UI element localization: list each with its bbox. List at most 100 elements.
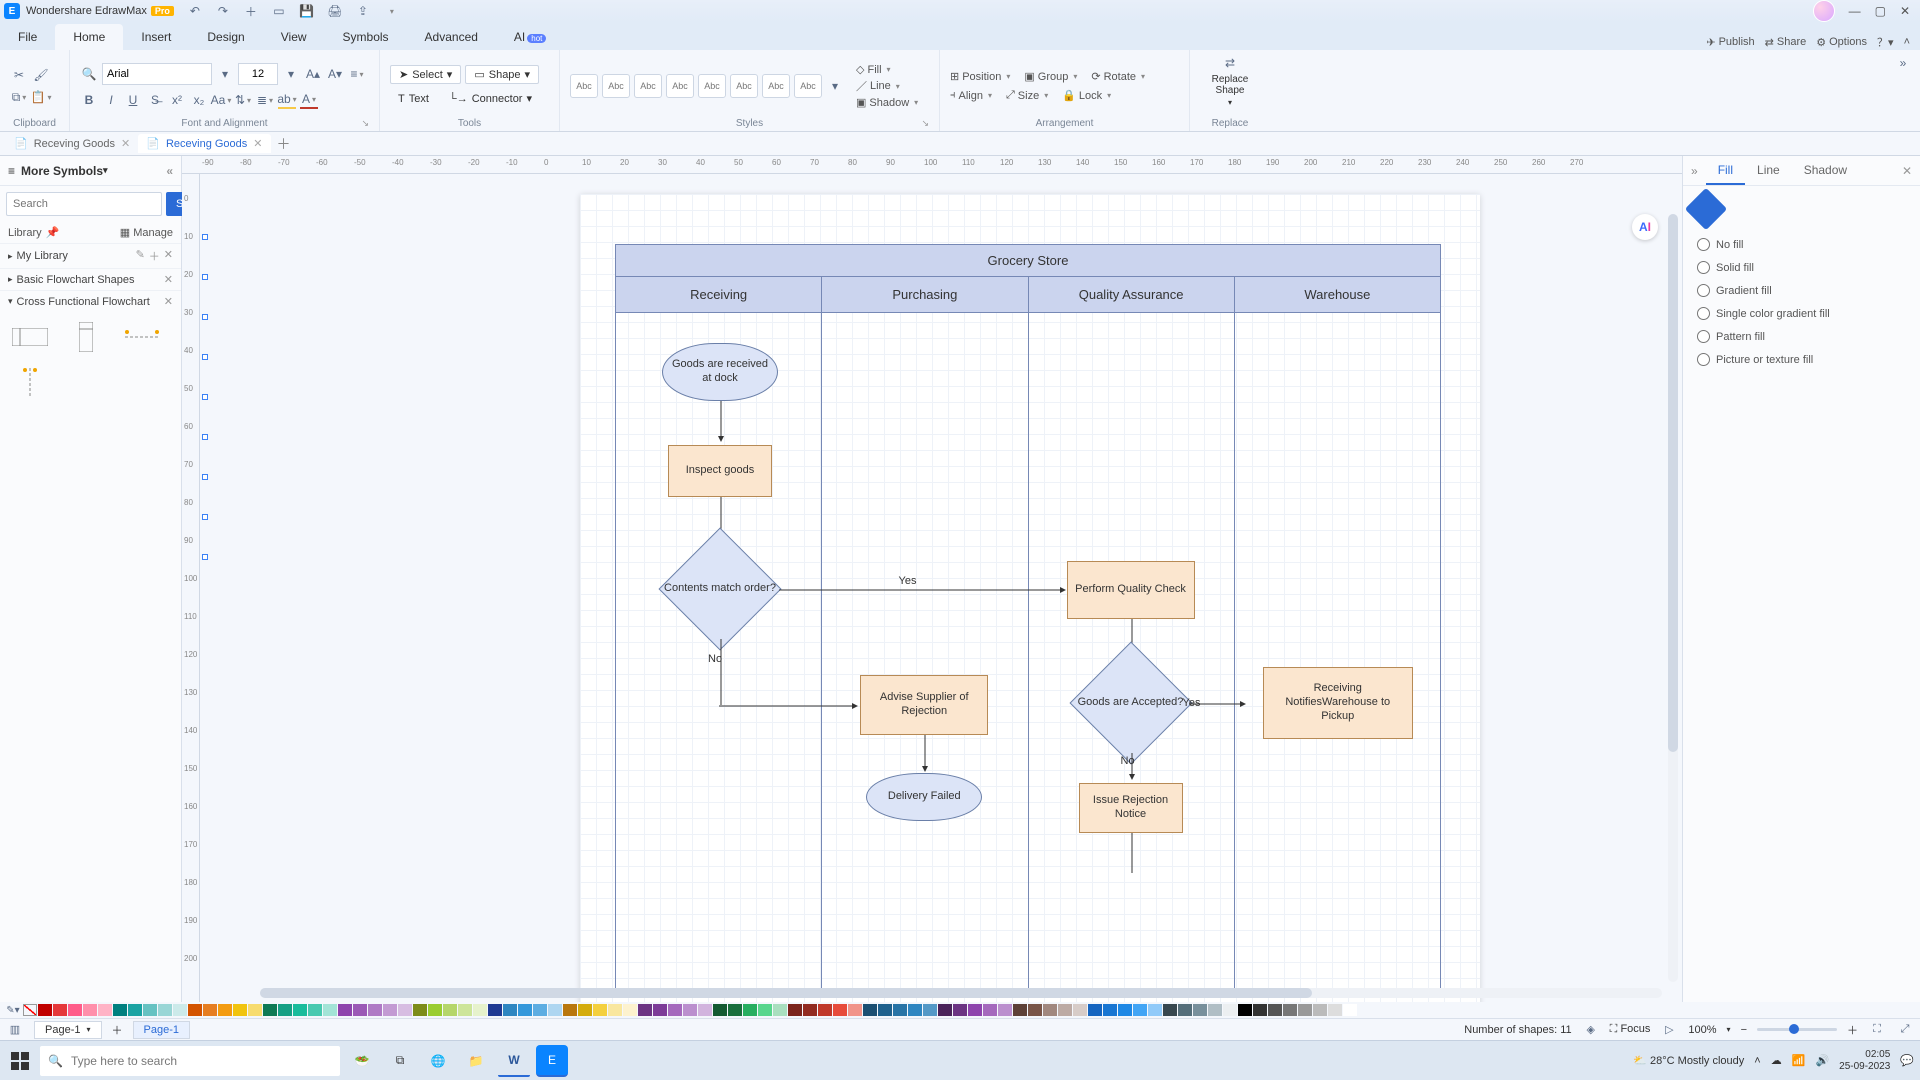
align-button[interactable]: ⫞ Align	[950, 89, 992, 102]
color-swatch[interactable]	[1283, 1004, 1297, 1016]
opt-gradient-fill[interactable]: Gradient fill	[1697, 284, 1906, 297]
menu-view[interactable]: View	[263, 24, 325, 50]
undo-icon[interactable]: ↶	[186, 2, 204, 20]
style-swatch[interactable]: Abc	[794, 74, 822, 98]
task-edge-icon[interactable]: 🌐	[422, 1045, 454, 1077]
color-swatch[interactable]	[278, 1004, 292, 1016]
color-swatch[interactable]	[773, 1004, 787, 1016]
notifications-icon[interactable]: 💬	[1900, 1054, 1914, 1067]
user-avatar[interactable]	[1813, 0, 1835, 22]
line-spacing-icon[interactable]: ⇅	[234, 91, 252, 109]
color-swatch[interactable]	[53, 1004, 67, 1016]
color-swatch[interactable]	[68, 1004, 82, 1016]
task-view-icon[interactable]: ⧉	[384, 1045, 416, 1077]
lane-head[interactable]: Warehouse	[1235, 277, 1440, 313]
color-swatch[interactable]	[683, 1004, 697, 1016]
color-swatch[interactable]	[383, 1004, 397, 1016]
color-swatch[interactable]	[293, 1004, 307, 1016]
expand-panel-icon[interactable]: »	[1683, 164, 1706, 178]
color-swatch[interactable]	[128, 1004, 142, 1016]
node-contents-match[interactable]: Contents match order?	[660, 539, 780, 639]
group-button[interactable]: ▣ Group	[1024, 70, 1077, 83]
color-swatch[interactable]	[998, 1004, 1012, 1016]
close-tab-icon[interactable]: ✕	[253, 137, 262, 150]
manage-link[interactable]: ▦ Manage	[120, 226, 173, 239]
color-swatch[interactable]	[848, 1004, 862, 1016]
color-swatch[interactable]	[158, 1004, 172, 1016]
subscript-icon[interactable]: x₂	[190, 91, 208, 109]
layers-icon[interactable]: ◈	[1582, 1021, 1600, 1039]
focus-button[interactable]: ⛶ Focus	[1610, 1023, 1651, 1036]
color-swatch[interactable]	[1208, 1004, 1222, 1016]
fill-dropdown[interactable]: ◇ Fill	[856, 63, 918, 76]
clock[interactable]: 02:0525-09-2023	[1839, 1049, 1890, 1073]
lane-head[interactable]: Receiving	[616, 277, 822, 313]
fullscreen-icon[interactable]: ⤢	[1896, 1021, 1914, 1039]
color-swatch[interactable]	[188, 1004, 202, 1016]
size-button[interactable]: ⤢ Size	[1006, 89, 1048, 102]
collapse-panel-icon[interactable]: «	[166, 164, 173, 178]
node-goods-received[interactable]: Goods are received at dock	[662, 343, 778, 401]
color-swatch[interactable]	[968, 1004, 982, 1016]
color-swatch[interactable]	[203, 1004, 217, 1016]
format-painter-icon[interactable]: 🖌	[32, 66, 50, 84]
close-panel-icon[interactable]: ✕	[1894, 164, 1920, 178]
style-swatch[interactable]: Abc	[666, 74, 694, 98]
node-advise-supplier[interactable]: Advise Supplier of Rejection	[860, 675, 988, 735]
underline-icon[interactable]: U	[124, 91, 142, 109]
color-swatch[interactable]	[1118, 1004, 1132, 1016]
font-family-drop-icon[interactable]: ▾	[216, 65, 234, 83]
color-swatch[interactable]	[788, 1004, 802, 1016]
color-swatch[interactable]	[758, 1004, 772, 1016]
color-swatch[interactable]	[413, 1004, 427, 1016]
color-swatch[interactable]	[1193, 1004, 1207, 1016]
style-swatch[interactable]: Abc	[730, 74, 758, 98]
selection-handle[interactable]	[202, 274, 208, 280]
color-swatch[interactable]	[608, 1004, 622, 1016]
symbol-search-input[interactable]	[6, 192, 162, 216]
decrease-font-icon[interactable]: A▾	[326, 65, 344, 83]
swimlane[interactable]: Grocery Store Receiving Purchasing Quali…	[615, 244, 1441, 994]
color-swatch[interactable]	[1328, 1004, 1342, 1016]
color-swatch[interactable]	[233, 1004, 247, 1016]
style-swatch[interactable]: Abc	[698, 74, 726, 98]
color-swatch[interactable]	[428, 1004, 442, 1016]
color-swatch[interactable]	[98, 1004, 112, 1016]
color-swatch[interactable]	[1223, 1004, 1237, 1016]
color-swatch[interactable]	[803, 1004, 817, 1016]
color-swatch[interactable]	[1268, 1004, 1282, 1016]
font-color-icon[interactable]: A	[300, 91, 318, 109]
qat-more-icon[interactable]	[382, 2, 400, 20]
case-icon[interactable]: Aa	[212, 91, 230, 109]
color-swatch[interactable]	[863, 1004, 877, 1016]
opt-picture-fill[interactable]: Picture or texture fill	[1697, 353, 1906, 366]
bullets-icon[interactable]: ≣	[256, 91, 274, 109]
vertical-scrollbar[interactable]	[1668, 214, 1678, 982]
present-icon[interactable]: ▷	[1660, 1021, 1678, 1039]
color-swatch[interactable]	[248, 1004, 262, 1016]
color-swatch[interactable]	[953, 1004, 967, 1016]
line-dropdown[interactable]: ／ Line	[856, 78, 918, 94]
color-swatch[interactable]	[1313, 1004, 1327, 1016]
color-swatch[interactable]	[368, 1004, 382, 1016]
collapse-ribbon-icon[interactable]: ˄	[1904, 36, 1910, 48]
color-swatch[interactable]	[593, 1004, 607, 1016]
color-swatch[interactable]	[503, 1004, 517, 1016]
color-swatch[interactable]	[173, 1004, 187, 1016]
new-icon[interactable]: ＋	[242, 2, 260, 20]
style-swatch[interactable]: Abc	[602, 74, 630, 98]
color-swatch[interactable]	[1043, 1004, 1057, 1016]
close-lib-icon[interactable]: ✕	[164, 273, 173, 286]
node-delivery-failed[interactable]: Delivery Failed	[866, 773, 982, 821]
help-icon[interactable]: ？▾	[1877, 34, 1894, 50]
color-swatch[interactable]	[1103, 1004, 1117, 1016]
color-swatch[interactable]	[638, 1004, 652, 1016]
color-swatch[interactable]	[338, 1004, 352, 1016]
zoom-in-icon[interactable]: ＋	[1847, 1022, 1858, 1038]
node-quality-check[interactable]: Perform Quality Check	[1067, 561, 1195, 619]
export-icon[interactable]: ⇪	[354, 2, 372, 20]
color-swatch[interactable]	[563, 1004, 577, 1016]
menu-insert[interactable]: Insert	[123, 24, 189, 50]
pages-icon[interactable]: ▥	[6, 1021, 24, 1039]
font-family-input[interactable]	[102, 63, 212, 85]
